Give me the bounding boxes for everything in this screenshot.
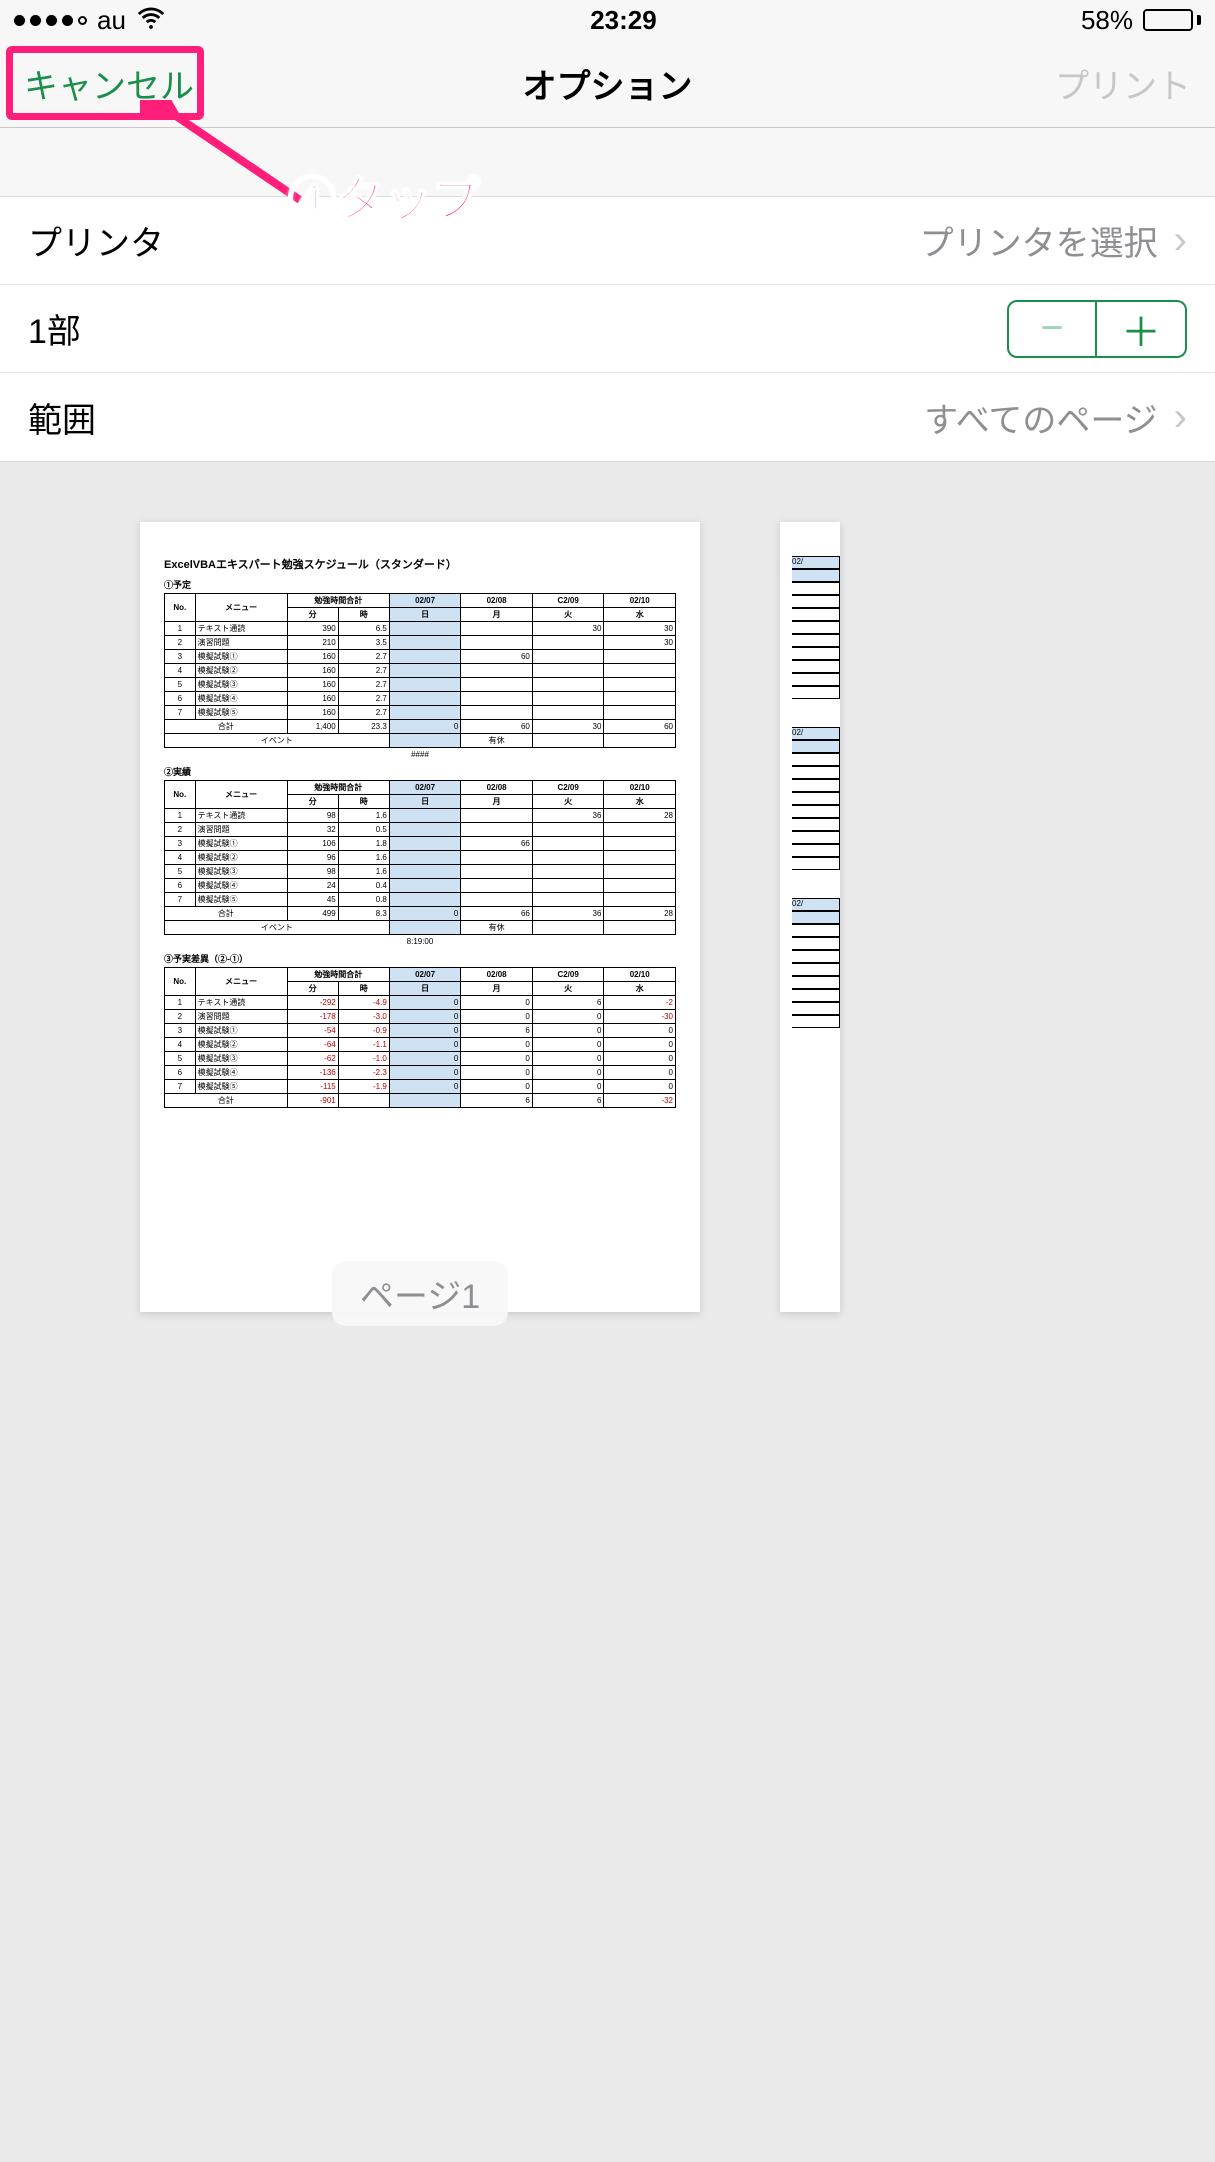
print-preview-area[interactable]: ExcelVBAエキスパート勉強スケジュール（スタンダード） ①予定 No.メニ…: [0, 462, 1215, 2162]
range-value: すべてのページ: [924, 393, 1158, 442]
schedule-table-yotei: No.メニュー勉強時間合計02/0702/08C2/0902/10 分時日月火水…: [164, 593, 676, 748]
copies-label: 1部: [28, 304, 81, 353]
schedule-table-jisseki: No.メニュー勉強時間合計02/0702/08C2/0902/10 分時日月火水…: [164, 780, 676, 935]
range-row[interactable]: 範囲 すべてのページ ›: [0, 373, 1215, 461]
print-button[interactable]: プリント: [1055, 59, 1191, 108]
jisseki-time: 8:19:00: [164, 937, 676, 946]
yotei-hash: ####: [164, 750, 676, 759]
section-2-title: ②実績: [164, 765, 676, 778]
preview-page-2[interactable]: 02/ 02/ 02/: [780, 522, 840, 1312]
wifi-icon: [136, 2, 166, 39]
printer-label: プリンタ: [28, 216, 164, 265]
schedule-table-sai: No.メニュー勉強時間合計02/0702/08C2/0902/10 分時日月火水…: [164, 967, 676, 1108]
print-options-list: プリンタ プリンタを選択 › 1部 − ＋ 範囲 すべてのページ ›: [0, 196, 1215, 462]
status-bar: au 23:29 58%: [0, 0, 1215, 40]
copies-increment-button[interactable]: ＋: [1097, 300, 1187, 358]
range-label: 範囲: [28, 393, 96, 442]
section-1-title: ①予定: [164, 578, 676, 591]
page-2-slice: 02/ 02/ 02/: [792, 556, 840, 1028]
clock: 23:29: [590, 5, 657, 36]
annotation-text: ④タップ: [288, 160, 480, 230]
signal-strength-icon: [14, 15, 87, 26]
carrier-label: au: [97, 5, 126, 36]
battery-icon: [1143, 9, 1201, 31]
copies-decrement-button[interactable]: −: [1007, 300, 1097, 358]
preview-page-1[interactable]: ExcelVBAエキスパート勉強スケジュール（スタンダード） ①予定 No.メニ…: [140, 522, 700, 1312]
copies-row: 1部 − ＋: [0, 285, 1215, 373]
chevron-right-icon: ›: [1174, 218, 1187, 263]
document-title: ExcelVBAエキスパート勉強スケジュール（スタンダード）: [164, 556, 676, 572]
battery-percent: 58%: [1081, 5, 1133, 36]
section-3-title: ③予実差異（②-①）: [164, 952, 676, 965]
chevron-right-icon: ›: [1174, 395, 1187, 440]
copies-stepper: − ＋: [1007, 300, 1187, 358]
printer-value: プリンタを選択: [920, 216, 1158, 265]
page-indicator: ページ1: [332, 1261, 508, 1326]
